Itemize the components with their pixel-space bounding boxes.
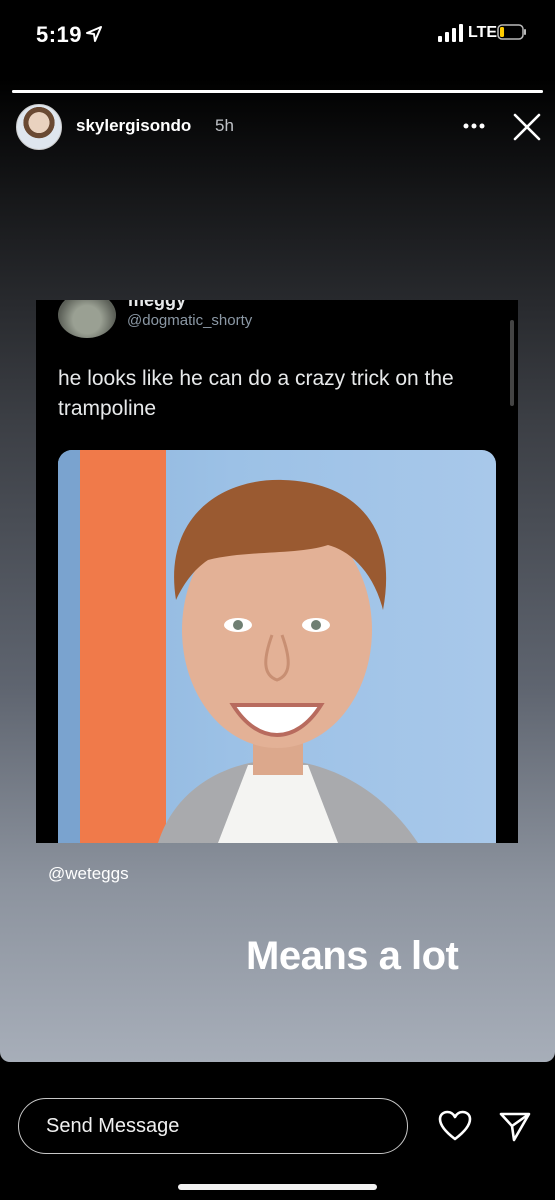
home-indicator[interactable] bbox=[178, 1184, 377, 1190]
close-icon[interactable] bbox=[512, 112, 542, 142]
avatar[interactable] bbox=[16, 104, 62, 150]
story-username[interactable]: skylergisondo bbox=[76, 116, 191, 136]
story-progress-bar bbox=[12, 90, 543, 93]
tweet-avatar bbox=[58, 300, 116, 338]
mention-sticker[interactable]: @weteggs bbox=[36, 860, 141, 888]
tweet-handle: @dogmatic_shorty bbox=[127, 312, 253, 329]
battery-low-icon bbox=[497, 24, 526, 40]
tweet-text: he looks like he can do a crazy trick on… bbox=[58, 367, 454, 420]
status-time: 5:19 bbox=[36, 22, 83, 47]
story-viewer[interactable]: skylergisondo 5h meggy @dogmatic_shorty … bbox=[0, 78, 555, 1062]
story-time-ago: 5h bbox=[215, 116, 234, 135]
network-label: LTE bbox=[468, 24, 498, 41]
tweet-scrollbar bbox=[510, 320, 514, 406]
location-arrow-icon bbox=[86, 26, 102, 42]
tweet-screenshot: meggy @dogmatic_shorty he looks like he … bbox=[36, 300, 518, 843]
portrait-illustration bbox=[58, 450, 418, 843]
more-options-icon[interactable] bbox=[462, 122, 486, 130]
story-caption: Means a lot bbox=[246, 934, 459, 978]
heart-icon[interactable] bbox=[437, 1108, 473, 1144]
send-message-placeholder: Send Message bbox=[46, 1115, 180, 1137]
direct-share-icon[interactable] bbox=[497, 1108, 533, 1144]
story-progress-fill bbox=[12, 90, 543, 93]
signal-bars-icon bbox=[438, 24, 463, 42]
status-bar: 5:19 LTE bbox=[0, 0, 555, 70]
tweet-display-name: meggy bbox=[128, 300, 187, 310]
tweet-photo bbox=[58, 450, 496, 843]
